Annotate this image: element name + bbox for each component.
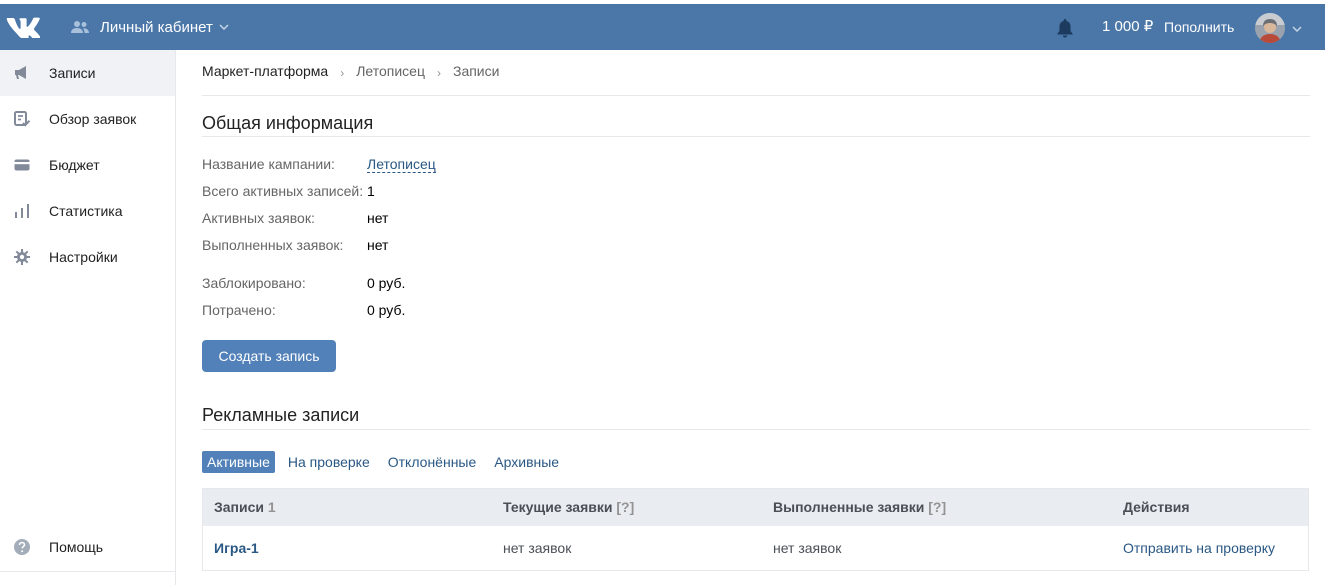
posts-table: Записи 1 Текущие заявки [?] Выполненные … [202,488,1309,571]
divider [202,429,1310,430]
column-header-actions: Действия [1123,499,1190,515]
sidebar: Записи Обзор заявок Бюджет Статистика На… [0,50,176,585]
people-icon [71,21,89,33]
divider [202,136,1310,137]
info-value: 1 [367,183,375,199]
breadcrumb-separator-icon: › [340,66,345,80]
current-requests-cell: нет заявок [503,540,572,556]
column-header-posts: Записи 1 [214,489,276,526]
send-to-review-link[interactable]: Отправить на проверку [1123,526,1275,570]
posts-count: 1 [267,499,276,515]
column-header-label: Записи [214,499,265,515]
breadcrumb-item[interactable]: Летописец [356,63,425,79]
tab-on-review[interactable]: На проверке [283,451,375,473]
sidebar-item-posts[interactable]: Записи [0,50,175,96]
table-header: Записи 1 Текущие заявки [?] Выполненные … [203,489,1308,526]
vk-logo-icon[interactable] [6,16,40,38]
cabinet-label[interactable]: Личный кабинет [100,19,213,36]
chevron-down-icon [219,24,229,30]
ads-tabs: Активные На проверке Отклонённые Архивны… [202,451,572,473]
bell-icon[interactable] [1056,18,1074,38]
section-title-general: Общая информация [202,113,374,133]
divider [0,571,175,572]
avatar[interactable] [1255,13,1285,43]
review-check-icon [14,111,31,127]
done-requests-cell: нет заявок [773,540,842,556]
info-label: Потрачено: [202,302,276,318]
divider [202,95,1310,96]
breadcrumb-item[interactable]: Маркет-платформа [202,63,328,79]
sidebar-item-label: Настройки [49,249,118,265]
info-label: Название кампании: [202,156,335,172]
section-title-ads: Рекламные записи [202,405,360,425]
bar-chart-icon [15,204,29,218]
tab-rejected[interactable]: Отклонённые [383,451,482,473]
info-value: нет [367,210,389,226]
info-label: Выполненных заявок: [202,237,344,253]
info-label: Всего активных записей: [202,183,364,199]
balance-amount: 1 000 ₽ [1102,18,1154,35]
gear-icon [14,249,30,265]
info-value: 0 руб. [367,275,406,291]
sidebar-item-label: Записи [49,65,96,81]
cabinet-menu[interactable]: Личный кабинет [70,4,229,50]
info-value: нет [367,237,389,253]
top-header: Личный кабинет 1 000 ₽ Пополнить [0,4,1325,50]
info-label: Активных заявок: [202,210,315,226]
tab-active[interactable]: Активные [202,451,275,473]
info-label: Заблокировано: [202,275,306,291]
post-name-link[interactable]: Игра-1 [214,526,259,570]
column-header-label: Выполненные заявки [773,499,925,515]
sidebar-item-label: Помощь [49,539,104,555]
sidebar-item-label: Бюджет [49,157,100,173]
column-header-done: Выполненные заявки [?] [773,489,946,526]
campaign-name-link[interactable]: Летописец [367,156,436,173]
tab-archived[interactable]: Архивные [489,451,564,473]
megaphone-icon [15,66,26,79]
question-circle-icon [14,539,30,555]
info-value: 0 руб. [367,302,406,318]
column-header-label: Текущие заявки [503,499,613,515]
create-post-button[interactable]: Создать запись [202,340,336,372]
wallet-icon [14,159,30,171]
sidebar-item-settings[interactable]: Настройки [0,234,175,280]
chevron-down-icon[interactable] [1292,26,1302,32]
column-header-current: Текущие заявки [?] [503,489,634,526]
breadcrumb: Маркет-платформа › Летописец › Записи [202,63,500,80]
topup-link[interactable]: Пополнить [1164,4,1234,50]
sidebar-item-help[interactable]: Помощь [0,524,175,570]
breadcrumb-separator-icon: › [436,66,441,80]
sidebar-item-label: Обзор заявок [49,111,137,127]
sidebar-item-requests-review[interactable]: Обзор заявок [0,96,175,142]
avatar-image [1255,13,1285,43]
help-hint[interactable]: [?] [928,499,946,515]
sidebar-item-budget[interactable]: Бюджет [0,142,175,188]
help-hint[interactable]: [?] [616,499,634,515]
sidebar-item-statistics[interactable]: Статистика [0,188,175,234]
sidebar-item-label: Статистика [49,203,123,219]
table-row: Игра-1 нет заявок нет заявок Отправить н… [203,526,1308,570]
breadcrumb-item: Записи [452,63,500,79]
